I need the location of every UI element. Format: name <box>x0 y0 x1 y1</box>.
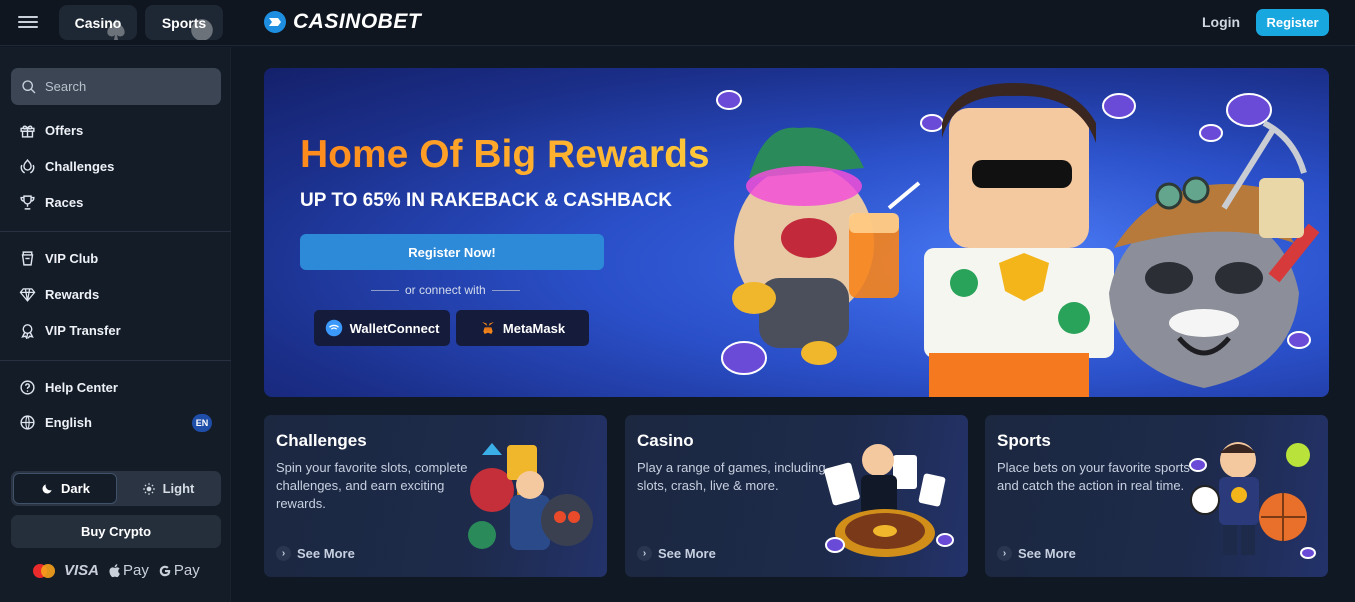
theme-light-label: Light <box>162 481 195 496</box>
challenges-illustration <box>468 443 593 550</box>
card-description: Spin your favorite slots, complete chall… <box>276 460 468 511</box>
search-input[interactable] <box>45 79 205 94</box>
hero-subtitle: UP TO 65% IN RAKEBACK & CASHBACK <box>300 190 672 211</box>
walletconnect-button[interactable]: WalletConnect <box>314 310 450 346</box>
sidebar-item-label: Offers <box>45 122 84 138</box>
google-pay-logo: Pay <box>158 562 200 579</box>
see-more-link[interactable]: › See More <box>997 546 1076 561</box>
payment-methods: VISA Pay Pay <box>33 562 200 579</box>
register-button[interactable]: Register <box>1256 9 1329 36</box>
casino-illustration <box>824 444 954 557</box>
logo[interactable]: CASINOBET <box>263 10 421 34</box>
sidebar-item-help-center[interactable]: Help Center <box>19 376 118 398</box>
transfer-icon <box>21 323 34 339</box>
connect-divider: or connect with <box>371 283 520 297</box>
sidebar-item-label: Rewards <box>45 286 100 302</box>
sidebar-item-offers[interactable]: Offers <box>19 119 83 141</box>
hero-title: Home Of Big Rewards <box>300 133 710 176</box>
sidebar-item-races[interactable]: Races <box>19 191 83 213</box>
ball-icon <box>191 19 213 40</box>
challenges-icon <box>20 158 35 174</box>
card-title: Challenges <box>276 431 367 450</box>
sidebar-item-rewards[interactable]: Rewards <box>19 283 99 305</box>
sidebar-item-label: English <box>45 414 92 430</box>
help-icon <box>20 379 35 395</box>
chevron-right-icon: › <box>997 546 1012 561</box>
metamask-button[interactable]: MetaMask <box>456 310 589 346</box>
apple-icon <box>109 564 120 578</box>
card-description: Place bets on your favorite sports and c… <box>997 460 1190 493</box>
vip-icon <box>21 250 34 266</box>
top-bar: Casino Sports CASINOBET Login Register <box>0 0 1355 46</box>
chevron-right-icon: › <box>276 546 291 561</box>
spade-icon <box>107 19 125 40</box>
sidebar-item-label: VIP Transfer <box>45 322 121 338</box>
logo-text: CASINOBET <box>293 10 422 33</box>
gift-icon <box>20 124 35 138</box>
sidebar-item-label: Help Center <box>45 379 118 395</box>
theme-dark-label: Dark <box>61 481 90 496</box>
apple-pay-text: Pay <box>123 562 149 579</box>
theme-light-option[interactable]: Light <box>117 473 219 504</box>
see-more-label: See More <box>658 546 716 561</box>
search-icon <box>22 79 36 93</box>
sidebar-item-label: Challenges <box>45 158 115 174</box>
google-pay-text: Pay <box>173 562 200 579</box>
walletconnect-icon <box>325 319 342 337</box>
sidebar-item-vip-club[interactable]: VIP Club <box>19 247 98 269</box>
see-more-label: See More <box>1018 546 1076 561</box>
globe-icon <box>20 414 35 430</box>
card-challenges[interactable]: Challenges Spin your favorite slots, com… <box>264 415 607 577</box>
see-more-label: See More <box>297 546 355 561</box>
google-icon <box>159 565 171 576</box>
tab-sports[interactable]: Sports <box>145 5 223 40</box>
moon-icon <box>42 483 52 493</box>
sidebar-item-english[interactable]: English <box>19 411 92 433</box>
language-badge: EN <box>192 414 212 432</box>
menu-icon[interactable] <box>18 13 38 31</box>
mastercard-icon <box>33 563 55 578</box>
card-description: Play a range of games, including slots, … <box>637 460 826 493</box>
theme-toggle: Dark Light <box>11 471 221 506</box>
card-sports[interactable]: Sports Place bets on your favorite sport… <box>985 415 1328 577</box>
sun-icon <box>142 482 155 495</box>
login-link[interactable]: Login <box>1202 14 1240 30</box>
see-more-link[interactable]: › See More <box>637 546 716 561</box>
card-title: Casino <box>637 431 694 450</box>
metamask-icon <box>481 322 494 334</box>
card-casino[interactable]: Casino Play a range of games, including … <box>625 415 968 577</box>
sidebar-divider <box>0 360 231 361</box>
metamask-label: MetaMask <box>502 320 566 336</box>
sidebar-item-label: Races <box>45 194 84 210</box>
register-now-button[interactable]: Register Now! <box>300 234 604 270</box>
sidebar: Offers Challenges Races VIP Club Rewards… <box>0 47 231 602</box>
trophy-icon <box>20 194 35 210</box>
diamond-icon <box>19 287 36 302</box>
chevron-right-icon: › <box>637 546 652 561</box>
visa-logo: VISA <box>64 562 100 579</box>
tab-casino[interactable]: Casino <box>59 5 137 40</box>
sidebar-item-challenges[interactable]: Challenges <box>19 155 114 177</box>
logo-icon <box>264 11 286 33</box>
walletconnect-label: WalletConnect <box>349 320 440 336</box>
sidebar-item-vip-transfer[interactable]: VIP Transfer <box>19 319 121 341</box>
apple-pay-logo: Pay <box>108 562 149 579</box>
connect-label: or connect with <box>405 283 486 297</box>
buy-crypto-button[interactable]: Buy Crypto <box>11 515 221 548</box>
see-more-link[interactable]: › See More <box>276 546 355 561</box>
sidebar-item-label: VIP Club <box>45 250 99 266</box>
card-title: Sports <box>997 431 1051 450</box>
hero-banner: Home Of Big Rewards UP TO 65% IN RAKEBAC… <box>264 68 1329 397</box>
theme-dark-option[interactable]: Dark <box>13 473 117 504</box>
sports-illustration <box>1189 442 1316 559</box>
hero-characters-illustration <box>716 83 1329 397</box>
sidebar-divider <box>0 231 231 232</box>
search-box[interactable] <box>11 68 221 105</box>
